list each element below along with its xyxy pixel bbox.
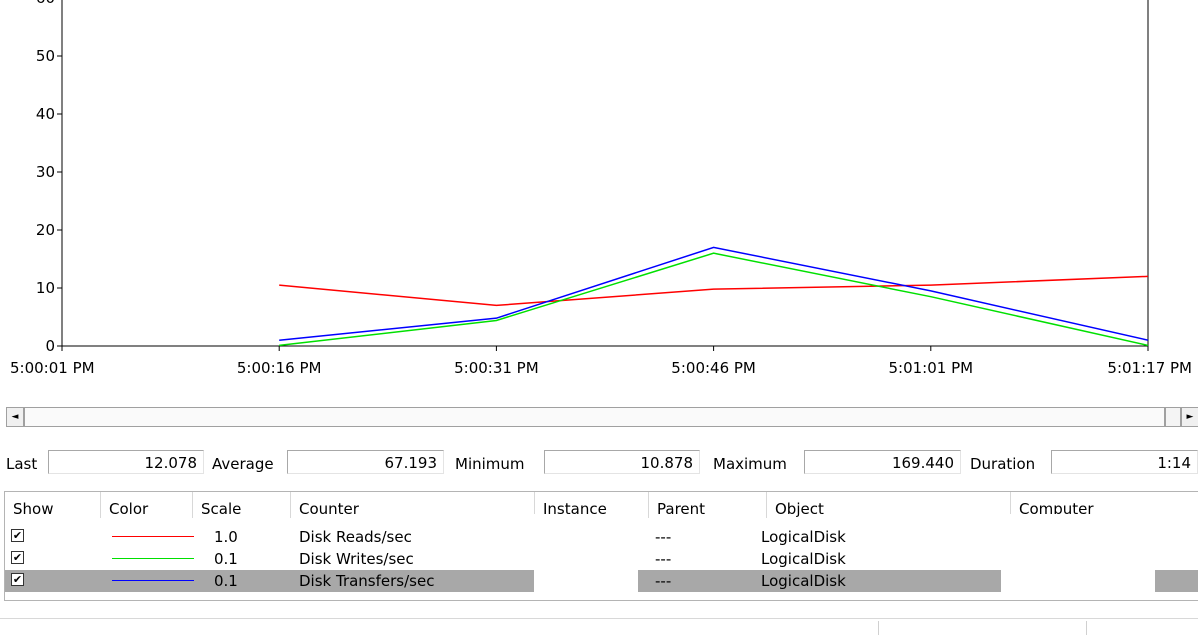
y-tick-label: 40 <box>36 105 55 123</box>
color-swatch <box>112 580 194 581</box>
color-swatch <box>112 558 194 559</box>
scale-cell: 0.1 <box>214 550 238 568</box>
series-line <box>279 252 1149 347</box>
maximum-label: Maximum <box>713 455 787 473</box>
counter-cell: Disk Transfers/sec <box>299 572 435 590</box>
scroll-track[interactable] <box>24 407 1165 427</box>
status-separator <box>1086 621 1087 635</box>
scale-cell: 0.1 <box>214 572 238 590</box>
average-label: Average <box>212 455 274 473</box>
series-line <box>279 246 1149 341</box>
y-tick-label: 10 <box>36 279 55 297</box>
x-tick-label: 5:01:17 PM <box>1107 359 1192 377</box>
x-tick-label: 5:00:31 PM <box>454 359 539 377</box>
minimum-value: 10.878 <box>544 450 700 474</box>
duration-value: 1:14 <box>1051 450 1198 474</box>
scroll-right-icon[interactable]: ► <box>1181 407 1198 427</box>
series-line <box>279 275 1149 307</box>
y-tick-label: 60 <box>36 0 55 7</box>
scale-cell: 1.0 <box>214 528 238 546</box>
x-tick-label: 5:01:01 PM <box>889 359 974 377</box>
scroll-thumb[interactable] <box>1165 407 1181 427</box>
scroll-left-icon[interactable]: ◄ <box>6 407 24 427</box>
y-tick-label: 50 <box>36 47 55 65</box>
object-cell: LogicalDisk <box>761 572 846 590</box>
column-header-color[interactable]: Color <box>101 492 193 518</box>
status-bar <box>0 618 1198 635</box>
average-value: 67.193 <box>287 450 444 474</box>
x-tick-label: 5:00:01 PM <box>10 359 95 377</box>
object-cell: LogicalDisk <box>761 550 846 568</box>
y-tick-label: 30 <box>36 163 55 181</box>
object-cell: LogicalDisk <box>761 528 846 546</box>
column-header-show[interactable]: Show <box>5 492 101 518</box>
y-tick-label: 20 <box>36 221 55 239</box>
parent-cell: --- <box>655 572 672 590</box>
column-header-object[interactable]: Object <box>767 492 1011 518</box>
color-swatch <box>112 536 194 537</box>
counter-cell: Disk Reads/sec <box>299 528 412 546</box>
horizontal-scrollbar[interactable]: ◄ ► <box>6 407 1198 427</box>
show-checkbox[interactable]: ✔ <box>11 551 24 564</box>
line-chart: 0 10 20 30 40 50 60 5:00:01 PM 5:00:16 PM 5:00:31… <box>10 0 1192 377</box>
status-separator <box>878 621 879 635</box>
x-tick-label: 5:00:16 PM <box>237 359 322 377</box>
column-header-scale[interactable]: Scale <box>193 492 291 518</box>
minimum-label: Minimum <box>455 455 525 473</box>
show-checkbox[interactable]: ✔ <box>11 573 24 586</box>
redacted-computer-area <box>1001 514 1155 600</box>
redacted-instance-area <box>534 514 638 600</box>
show-checkbox[interactable]: ✔ <box>11 529 24 542</box>
column-header-counter[interactable]: Counter <box>291 492 535 518</box>
y-tick-label: 0 <box>45 337 55 355</box>
x-tick-label: 5:00:46 PM <box>671 359 756 377</box>
column-header-parent[interactable]: Parent <box>649 492 767 518</box>
last-value: 12.078 <box>48 450 204 474</box>
counter-cell: Disk Writes/sec <box>299 550 414 568</box>
parent-cell: --- <box>655 528 672 546</box>
last-label: Last <box>6 455 38 473</box>
parent-cell: --- <box>655 550 672 568</box>
counter-table: Show Color Scale Counter Instance Parent… <box>4 491 1198 601</box>
duration-label: Duration <box>970 455 1036 473</box>
maximum-value: 169.440 <box>804 450 961 474</box>
